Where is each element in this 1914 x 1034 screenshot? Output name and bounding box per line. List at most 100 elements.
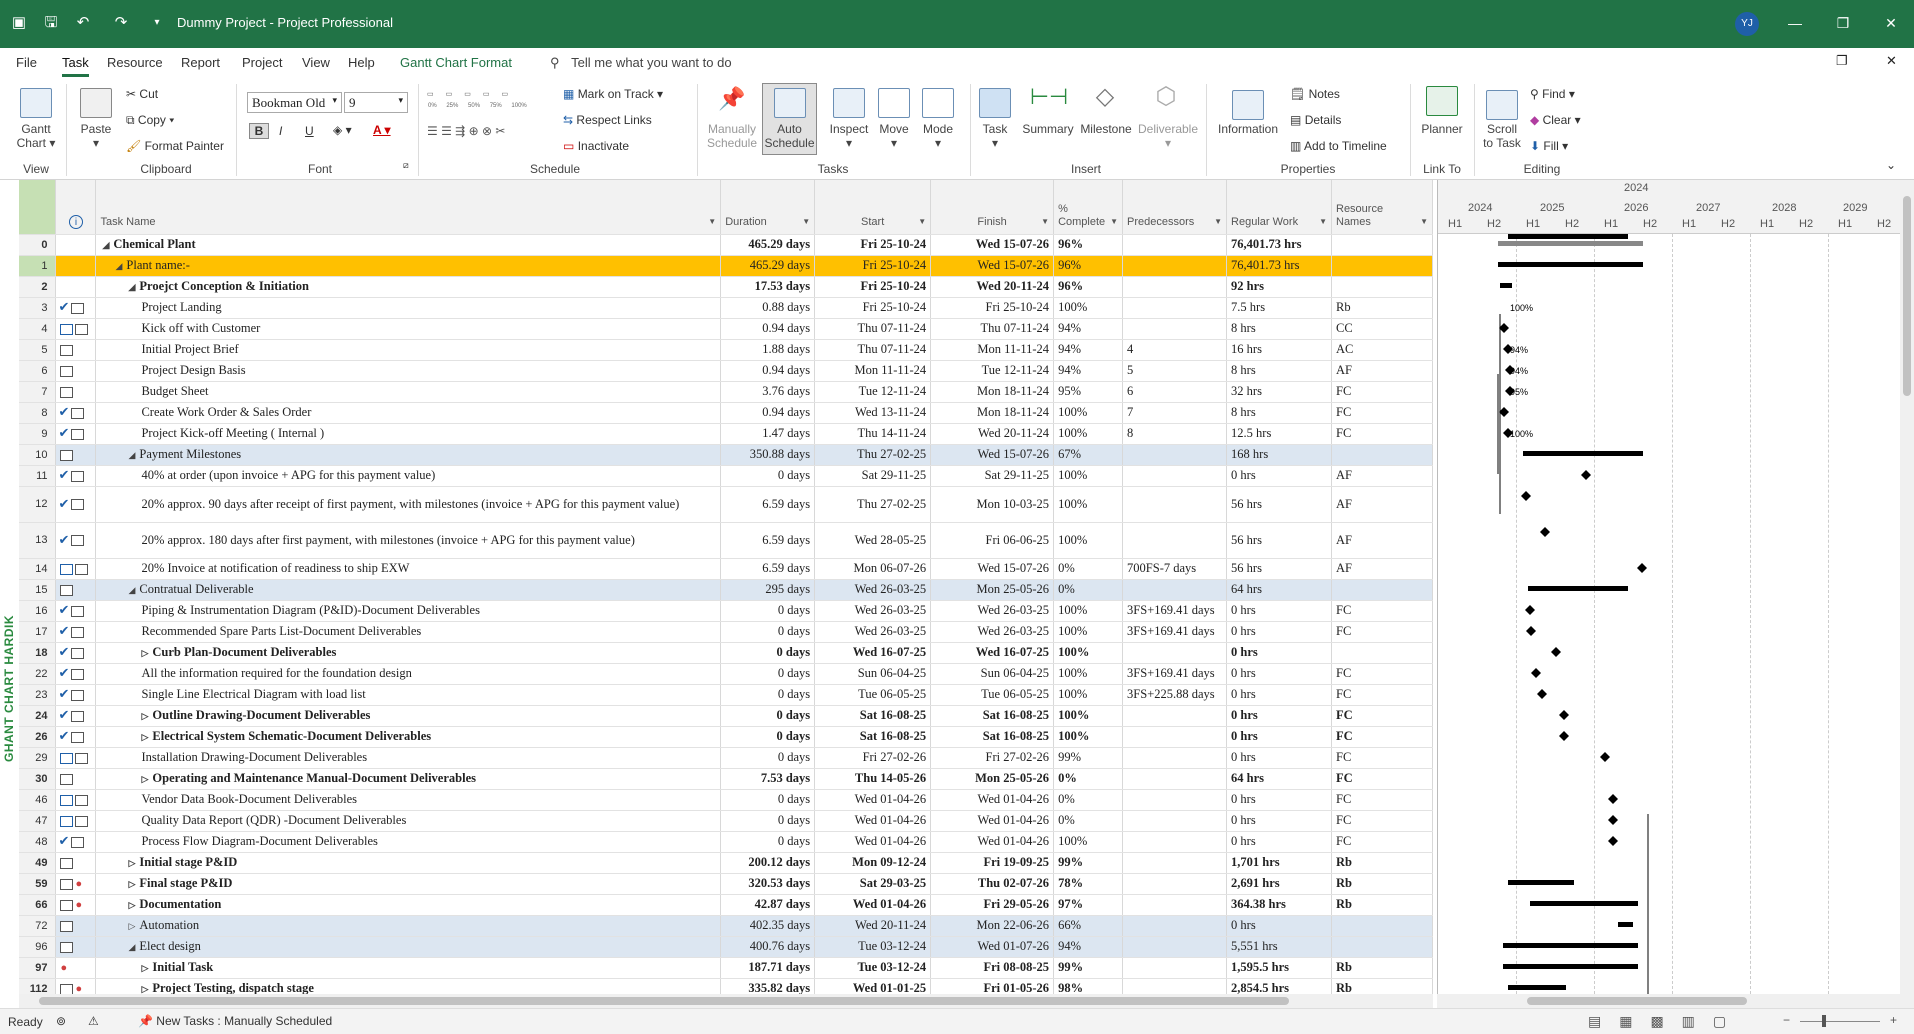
- finish-cell[interactable]: Wed 15-07-26: [930, 255, 1055, 277]
- outline-indent-icons[interactable]: ☰ ☰ ⇶ ⊕ ⊗ ✂: [427, 124, 505, 138]
- start-cell[interactable]: Thu 27-02-25: [814, 444, 932, 466]
- finish-cell[interactable]: Wed 15-07-26: [930, 234, 1055, 256]
- task-row[interactable]: 11 ✔ 40% at order (upon invoice + APG for …: [19, 465, 1433, 487]
- predecessors-cell[interactable]: [1122, 831, 1228, 853]
- information-button[interactable]: Information: [1212, 122, 1284, 136]
- gantt-summary-bar[interactable]: [1508, 880, 1574, 885]
- gantt-milestone[interactable]: [1531, 668, 1541, 678]
- task-row[interactable]: 96 ◢ Elect design 400.76 days Tue 03-12-24 We…: [19, 936, 1433, 958]
- regular-work-cell[interactable]: 12.5 hrs: [1226, 423, 1332, 445]
- resource-names-cell[interactable]: FC: [1331, 705, 1433, 727]
- percent-complete-cell[interactable]: 100%: [1053, 705, 1124, 727]
- resource-names-cell[interactable]: AF: [1331, 558, 1433, 580]
- outline-toggle-icon[interactable]: ▷: [128, 858, 135, 868]
- gantt-summary-bar[interactable]: [1618, 922, 1633, 927]
- predecessors-cell[interactable]: [1122, 768, 1228, 790]
- vertical-scroll-thumb[interactable]: [1903, 196, 1911, 396]
- gantt-milestone[interactable]: [1637, 563, 1647, 573]
- resource-names-cell[interactable]: FC: [1331, 423, 1433, 445]
- grid-horizontal-scrollbar[interactable]: [19, 994, 1433, 1008]
- start-cell[interactable]: Wed 01-01-25: [814, 978, 932, 994]
- mode-button[interactable]: Mode ▾: [916, 122, 960, 150]
- task-name-cell[interactable]: ◢ Proejct Conception & Initiation: [95, 276, 722, 298]
- gantt-chart-icon[interactable]: [20, 88, 52, 118]
- gantt-milestone[interactable]: [1600, 752, 1610, 762]
- predecessors-cell[interactable]: [1122, 810, 1228, 832]
- background-color-icon[interactable]: ◈ ▾: [333, 123, 352, 137]
- predecessors-cell[interactable]: [1122, 276, 1228, 298]
- tab-gantt-chart-format[interactable]: Gantt Chart Format: [400, 55, 512, 70]
- resource-names-cell[interactable]: FC: [1331, 768, 1433, 790]
- duration-cell[interactable]: 320.53 days: [720, 873, 816, 895]
- row-id[interactable]: 13: [19, 522, 57, 559]
- row-id[interactable]: 2: [19, 276, 57, 298]
- start-cell[interactable]: Wed 01-04-26: [814, 831, 932, 853]
- task-row[interactable]: 72 ▷ Automation 402.35 days Wed 20-11-24 Mon …: [19, 915, 1433, 937]
- insert-milestone-button[interactable]: Milestone: [1076, 122, 1136, 136]
- resource-names-cell[interactable]: Rb: [1331, 957, 1433, 979]
- clear-button[interactable]: ◆ Clear ▾: [1530, 113, 1581, 127]
- resource-names-cell[interactable]: [1331, 915, 1433, 937]
- gantt-scroll-thumb[interactable]: [1527, 997, 1747, 1005]
- task-name-cell[interactable]: ▷ Operating and Maintenance Manual-Docume…: [95, 768, 722, 790]
- duration-cell[interactable]: 465.29 days: [720, 255, 816, 277]
- predecessors-cell[interactable]: [1122, 465, 1228, 487]
- undo-icon[interactable]: ↶: [72, 12, 94, 34]
- percent-complete-cell[interactable]: 96%: [1053, 234, 1124, 256]
- predecessors-cell[interactable]: [1122, 579, 1228, 601]
- view-shortcuts[interactable]: ▤▦▩▥▢: [1588, 1013, 1744, 1030]
- row-id[interactable]: 97: [19, 957, 57, 979]
- resource-names-cell[interactable]: FC: [1331, 747, 1433, 769]
- duration-cell[interactable]: 0 days: [720, 642, 816, 664]
- percent-complete-cell[interactable]: 95%: [1053, 381, 1124, 403]
- regular-work-cell[interactable]: 0 hrs: [1226, 600, 1332, 622]
- task-row[interactable]: 24 ✔ ▷ Outline Drawing-Document Deliverable…: [19, 705, 1433, 727]
- percent-complete-buttons[interactable]: ▭▭▭▭▭: [427, 90, 520, 98]
- predecessors-cell[interactable]: 3FS+169.41 days: [1122, 621, 1228, 643]
- finish-cell[interactable]: Wed 26-03-25: [930, 621, 1055, 643]
- finish-cell[interactable]: Fri 19-09-25: [930, 852, 1055, 874]
- outline-toggle-icon[interactable]: ▷: [141, 963, 148, 973]
- row-id[interactable]: 8: [19, 402, 57, 424]
- minimize-icon[interactable]: —: [1780, 10, 1810, 36]
- regular-work-cell[interactable]: 0 hrs: [1226, 684, 1332, 706]
- row-id[interactable]: 16: [19, 600, 57, 622]
- resource-names-cell[interactable]: [1331, 579, 1433, 601]
- outline-toggle-icon[interactable]: ▷: [128, 900, 135, 910]
- task-row[interactable]: 59 ● ▷ Final stage P&ID 320.53 days Sat 29-03…: [19, 873, 1433, 895]
- finish-cell[interactable]: Fri 29-05-26: [930, 894, 1055, 916]
- row-id[interactable]: 23: [19, 684, 57, 706]
- predecessors-cell[interactable]: [1122, 852, 1228, 874]
- finish-cell[interactable]: Wed 01-04-26: [930, 831, 1055, 853]
- predecessors-cell[interactable]: [1122, 522, 1228, 559]
- duration-cell[interactable]: 0 days: [720, 465, 816, 487]
- task-row[interactable]: 14 20% Invoice at notification of readine…: [19, 558, 1433, 580]
- user-avatar[interactable]: YJ: [1735, 12, 1759, 36]
- duration-cell[interactable]: 0 days: [720, 726, 816, 748]
- row-id[interactable]: 72: [19, 915, 57, 937]
- regular-work-cell[interactable]: 0 hrs: [1226, 789, 1332, 811]
- resource-names-cell[interactable]: Rb: [1331, 894, 1433, 916]
- move-button[interactable]: Move ▾: [872, 122, 916, 150]
- gantt-summary-bar[interactable]: [1508, 985, 1566, 990]
- row-id[interactable]: 14: [19, 558, 57, 580]
- gantt-summary-bar[interactable]: [1530, 901, 1638, 906]
- regular-work-cell[interactable]: 2,854.5 hrs: [1226, 978, 1332, 994]
- gantt-milestone[interactable]: [1551, 647, 1561, 657]
- tell-me-search[interactable]: ⚲ Tell me what you want to do: [550, 55, 732, 71]
- row-id[interactable]: 48: [19, 831, 57, 853]
- font-color-icon[interactable]: A ▾: [373, 123, 391, 137]
- task-name-cell[interactable]: ▷ Curb Plan-Document Deliverables: [95, 642, 722, 664]
- start-cell[interactable]: Fri 25-10-24: [814, 255, 932, 277]
- task-name-cell[interactable]: Quality Data Report (QDR) -Document Deli…: [95, 810, 722, 832]
- insert-summary-button[interactable]: Summary: [1020, 122, 1076, 136]
- task-row[interactable]: 7 Budget Sheet 3.76 days Tue 12-11-24 Mon 18…: [19, 381, 1433, 403]
- duration-cell[interactable]: 0.88 days: [720, 297, 816, 319]
- regular-work-cell[interactable]: 92 hrs: [1226, 276, 1332, 298]
- start-cell[interactable]: Mon 11-11-24: [814, 360, 932, 382]
- duration-cell[interactable]: 0.94 days: [720, 360, 816, 382]
- manually-schedule-button[interactable]: Manually Schedule: [704, 122, 760, 150]
- start-cell[interactable]: Wed 26-03-25: [814, 621, 932, 643]
- percent-complete-cell[interactable]: 96%: [1053, 255, 1124, 277]
- row-id[interactable]: 7: [19, 381, 57, 403]
